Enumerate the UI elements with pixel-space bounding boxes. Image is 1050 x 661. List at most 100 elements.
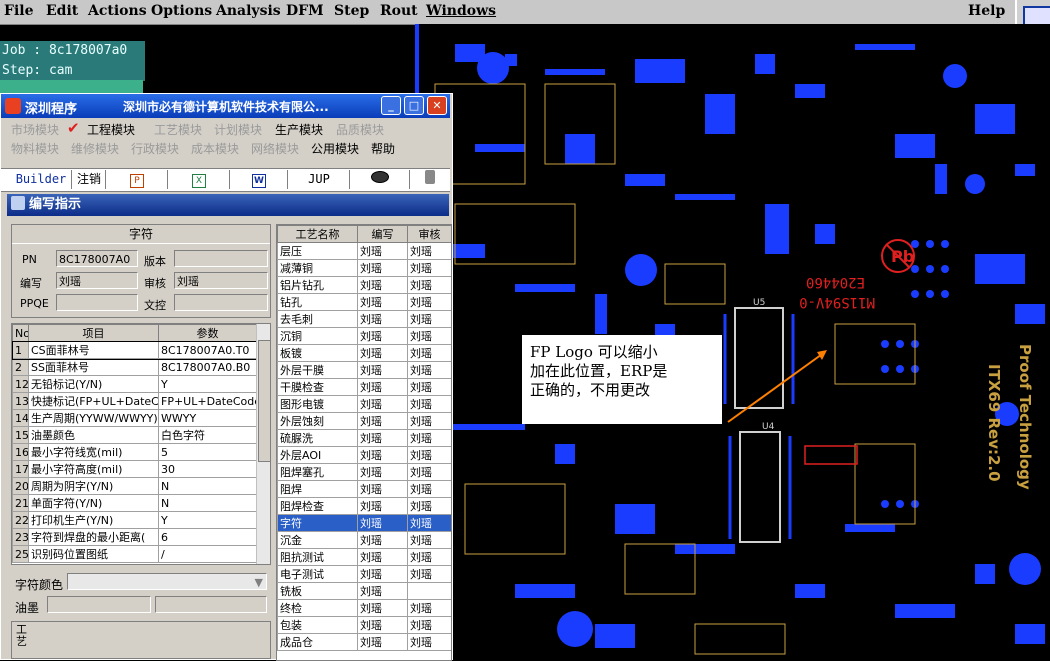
table-row[interactable]: 外层干膜 刘瑶 刘瑶 [277,361,451,379]
table-row[interactable]: 干膜检查 刘瑶 刘瑶 [277,378,451,396]
table-row[interactable]: 去毛刺 刘瑶 刘瑶 [277,310,451,328]
table-row[interactable]: 硫脲洗 刘瑶 刘瑶 [277,429,451,447]
process-reviewer: 刘瑶 [407,548,451,566]
menu-dfm[interactable]: DFM [286,3,324,19]
col-item[interactable]: 项目 [28,324,159,342]
menu-windows[interactable]: Windows [426,3,496,19]
table-row[interactable]: 终检 刘瑶 刘瑶 [277,599,451,617]
close-button[interactable]: ✕ [427,96,447,115]
table-row[interactable]: 沉金 刘瑶 刘瑶 [277,531,451,549]
table-row[interactable]: 阻焊 刘瑶 刘瑶 [277,480,451,498]
module-engineering[interactable]: 工程模块 [87,121,135,138]
menu-help[interactable]: Help [968,3,1005,19]
module-maintenance[interactable]: 维修模块 [71,140,119,157]
module-planning[interactable]: 计划模块 [214,121,262,138]
table-row[interactable]: 板镀 刘瑶 刘瑶 [277,344,451,362]
table-row[interactable]: 沉铜 刘瑶 刘瑶 [277,327,451,345]
module-material[interactable]: 物料模块 [11,140,59,157]
table-row[interactable]: 阻抗测试 刘瑶 刘瑶 [277,548,451,566]
col-process-name[interactable]: 工艺名称 [277,225,358,243]
table-row[interactable]: 成品仓 刘瑶 刘瑶 [277,633,451,651]
menu-actions[interactable]: Actions [88,3,147,19]
table-row[interactable]: 字符 刘瑶 刘瑶 [277,514,451,532]
jup-button[interactable]: JUP [289,170,350,189]
version-label: 版本 [144,255,166,268]
table-row[interactable]: 15 油墨颜色 白色字符 [12,426,257,444]
pn-field[interactable]: 8C178007A0 [56,250,138,267]
db-button[interactable] [411,170,449,189]
table-row[interactable]: 钻孔 刘瑶 刘瑶 [277,293,451,311]
process-name: 沉金 [277,531,358,549]
table-row[interactable]: 包装 刘瑶 刘瑶 [277,616,451,634]
table-row[interactable]: 23 字符到焊盘的最小距离(6 [12,528,257,546]
table-row[interactable]: 22 打印机生产(Y/N) Y [12,511,257,529]
module-network[interactable]: 网络模块 [251,140,299,157]
logout-button[interactable]: 注销 [73,170,106,189]
menu-options[interactable]: Options [151,3,212,19]
table-row[interactable]: 12 无铅标记(Y/N) Y [12,375,257,393]
table-row[interactable]: 25 识别码位置图纸 / [12,545,257,563]
ink-field-1[interactable] [47,596,151,613]
menu-rout[interactable]: Rout [380,3,418,19]
module-common[interactable]: 公用模块 [311,140,359,157]
module-market[interactable]: 市场模块 [11,121,59,138]
process-reviewer: 刘瑶 [407,344,451,362]
col-process-reviewer[interactable]: 审核 [407,225,451,243]
table-row[interactable]: 铣板 刘瑶 [277,582,451,600]
maximize-button[interactable]: □ [404,96,424,115]
writer-field[interactable]: 刘瑶 [56,272,138,289]
module-admin[interactable]: 行政模块 [131,140,179,157]
excel-button[interactable]: X [169,170,230,189]
table-row[interactable]: 外层AOI 刘瑶 刘瑶 [277,446,451,464]
builder-button[interactable]: Builder [11,170,72,189]
table-row[interactable]: 1 CS面菲林号 8C178007A0.T0 [12,340,258,360]
table-row[interactable]: 图形电镀 刘瑶 刘瑶 [277,395,451,413]
table-row[interactable]: 阻焊塞孔 刘瑶 刘瑶 [277,463,451,481]
table-row[interactable]: 铝片钻孔 刘瑶 刘瑶 [277,276,451,294]
col-no[interactable]: No [12,324,29,342]
table-row[interactable]: 14 生产周期(YYWW/WWYY) WWYY [12,409,257,427]
process-writer: 刘瑶 [357,514,408,532]
ppt-button[interactable]: P [107,170,168,189]
menu-file[interactable]: File [4,3,33,19]
reviewer-field[interactable]: 刘瑶 [174,272,268,289]
color-select[interactable]: ▼ [67,573,267,590]
notes-area[interactable]: 工艺 [11,621,271,659]
table-row[interactable]: 16 最小字符线宽(mil) 5 [12,443,257,461]
word-button[interactable]: W [231,170,288,189]
col-param[interactable]: 参数 [158,324,257,342]
module-process[interactable]: 工艺模块 [154,121,202,138]
module-production[interactable]: 生产模块 [275,121,323,138]
minimize-button[interactable]: _ [381,96,401,115]
table-row[interactable]: 阻焊检查 刘瑶 刘瑶 [277,497,451,515]
view-button[interactable] [351,170,410,189]
table-row[interactable]: 21 单面字符(Y/N) N [12,494,257,512]
doc-field[interactable] [174,294,268,311]
table-row[interactable]: 20 周期为阴字(Y/N) N [12,477,257,495]
subwindow-titlebar[interactable]: 编写指示 [7,194,449,216]
process-writer: 刘瑶 [357,378,408,396]
version-field[interactable] [174,250,268,267]
menu-edit[interactable]: Edit [46,3,78,19]
ppqe-field[interactable] [56,294,138,311]
module-help[interactable]: 帮助 [371,140,395,157]
row-item: 生产周期(YYWW/WWYY) [28,409,159,427]
module-cost[interactable]: 成本模块 [191,140,239,157]
table-row[interactable]: 2 SS面菲林号 8C178007A0.B0 [12,358,257,376]
menu-analysis[interactable]: Analysis [216,3,281,19]
params-scrollbar[interactable] [256,324,270,564]
table-row[interactable]: 电子测试 刘瑶 刘瑶 [277,565,451,583]
pcb-canvas[interactable]: Pb E204460 M11S94V-0 U5 U4 Proof Technol… [415,24,1050,658]
ink-field-2[interactable] [155,596,267,613]
process-reviewer: 刘瑶 [407,616,451,634]
table-row[interactable]: 层压 刘瑶 刘瑶 [277,242,451,260]
table-row[interactable]: 13 快捷标记(FP+UL+DateCo FP+UL+DateCode [12,392,257,410]
table-row[interactable]: 外层蚀刻 刘瑶 刘瑶 [277,412,451,430]
col-process-writer[interactable]: 编写 [357,225,408,243]
table-row[interactable]: 17 最小字符高度(mil) 30 [12,460,257,478]
window-titlebar[interactable]: 深圳程序 深圳市必有德计算机软件技术有限公... _ □ ✕ [1,94,450,118]
menu-step[interactable]: Step [334,3,369,19]
params-scroll-thumb[interactable] [258,340,270,462]
module-quality[interactable]: 品质模块 [336,121,384,138]
table-row[interactable]: 减薄铜 刘瑶 刘瑶 [277,259,451,277]
